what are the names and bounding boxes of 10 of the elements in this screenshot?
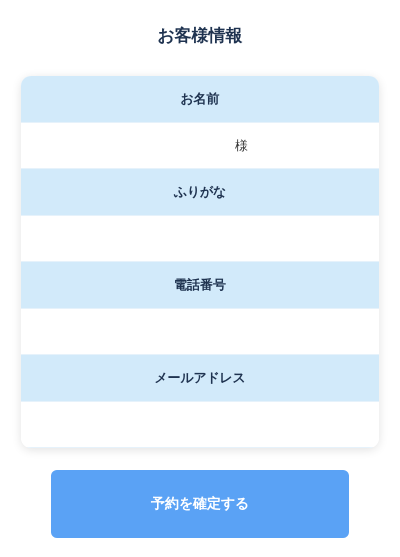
input-field[interactable] bbox=[21, 215, 379, 262]
field-label: お名前 bbox=[21, 76, 379, 122]
field-label: ふりがな bbox=[21, 169, 379, 215]
input-field[interactable] bbox=[21, 401, 379, 448]
field-label: 電話番号 bbox=[21, 262, 379, 308]
input-field[interactable]: 様 bbox=[21, 122, 379, 169]
honorific-suffix: 様 bbox=[235, 138, 248, 154]
section-title: お客様情報 bbox=[158, 25, 242, 48]
field-label: メールアドレス bbox=[21, 355, 379, 401]
input-field[interactable] bbox=[21, 308, 379, 355]
